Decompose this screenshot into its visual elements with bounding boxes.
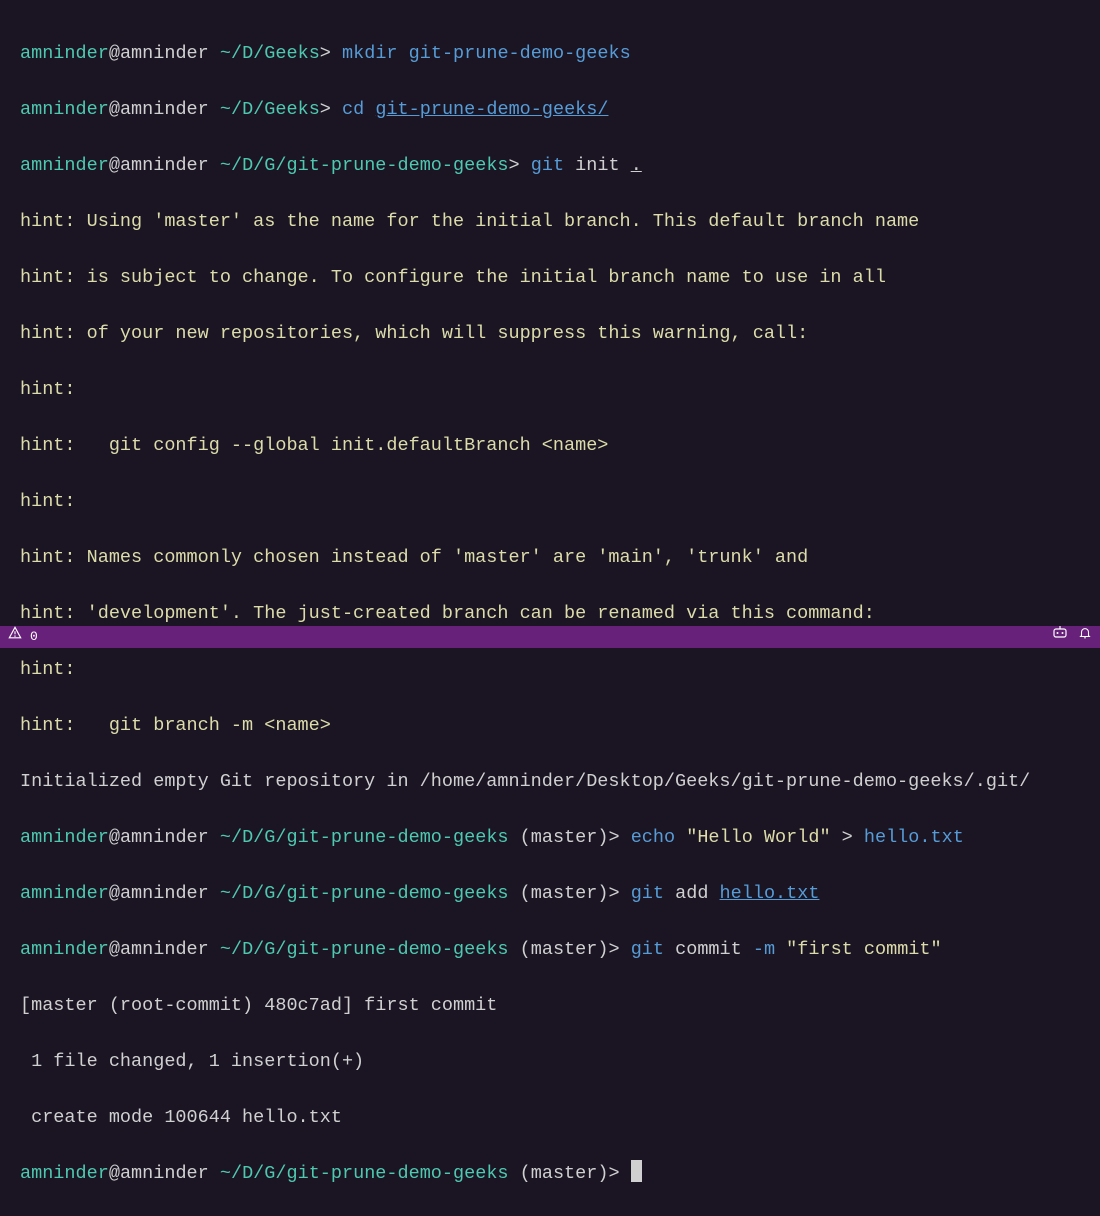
terminal-line: amninder@amninder ~/D/G/git-prune-demo-g… [20, 152, 1080, 180]
hint-line: hint: 'development'. The just-created br… [20, 600, 1080, 628]
output-line: [master (root-commit) 480c7ad] first com… [20, 992, 1080, 1020]
prompt-user: amninder [20, 939, 109, 960]
prompt-marker: > [320, 99, 331, 120]
warning-icon[interactable] [8, 623, 22, 651]
string-literal: "first commit" [786, 939, 941, 960]
terminal-line: amninder@amninder ~/D/Geeks> mkdir git-p… [20, 40, 1080, 68]
command-flag: -m [753, 939, 775, 960]
command: git [631, 883, 664, 904]
command-arg: . [631, 155, 642, 176]
prompt-host: amninder [120, 939, 209, 960]
hint-line: hint: git branch -m <name> [20, 712, 1080, 740]
prompt-marker: > [608, 1163, 619, 1184]
hint-line: hint: of your new repositories, which wi… [20, 320, 1080, 348]
prompt-at: @ [109, 939, 120, 960]
command: git [631, 939, 664, 960]
prompt-path: ~/D/G/git-prune-demo-geeks [220, 827, 509, 848]
redirect-op: > [842, 827, 853, 848]
statusbar-left: 0 [8, 623, 38, 651]
output-line: 1 file changed, 1 insertion(+) [20, 1048, 1080, 1076]
prompt-marker: > [608, 883, 619, 904]
terminal-line: amninder@amninder ~/D/Geeks> cd git-prun… [20, 96, 1080, 124]
prompt-path: ~/D/Geeks [220, 99, 320, 120]
command-sub: commit [675, 939, 742, 960]
hint-line: hint: Names commonly chosen instead of '… [20, 544, 1080, 572]
bell-icon[interactable] [1078, 623, 1092, 651]
prompt-host: amninder [120, 883, 209, 904]
command-arg: git-prune-demo-geeks/ [375, 99, 608, 120]
command: echo [631, 827, 675, 848]
prompt-at: @ [109, 883, 120, 904]
prompt-path: ~/D/G/git-prune-demo-geeks [220, 939, 509, 960]
output-line: Initialized empty Git repository in /hom… [20, 768, 1080, 796]
statusbar: 0 [0, 626, 1100, 648]
warning-count[interactable]: 0 [30, 623, 38, 651]
prompt-branch: (master) [520, 827, 609, 848]
prompt-at: @ [109, 43, 120, 64]
copilot-icon[interactable] [1052, 623, 1068, 651]
terminal-line: amninder@amninder ~/D/G/git-prune-demo-g… [20, 880, 1080, 908]
prompt-user: amninder [20, 99, 109, 120]
prompt-at: @ [109, 99, 120, 120]
prompt-at: @ [109, 1163, 120, 1184]
prompt-host: amninder [120, 155, 209, 176]
filename: hello.txt [720, 883, 820, 904]
prompt-path: ~/D/Geeks [220, 43, 320, 64]
prompt-user: amninder [20, 43, 109, 64]
hint-line: hint: [20, 656, 1080, 684]
hint-line: hint: is subject to change. To configure… [20, 264, 1080, 292]
prompt-marker: > [608, 939, 619, 960]
command: mkdir [342, 43, 398, 64]
hint-line: hint: git config --global init.defaultBr… [20, 432, 1080, 460]
command: git [531, 155, 564, 176]
hint-line: hint: Using 'master' as the name for the… [20, 208, 1080, 236]
terminal-line: amninder@amninder ~/D/G/git-prune-demo-g… [20, 1160, 1080, 1188]
terminal-output[interactable]: amninder@amninder ~/D/Geeks> mkdir git-p… [20, 12, 1080, 1216]
prompt-marker: > [320, 43, 331, 64]
prompt-user: amninder [20, 1163, 109, 1184]
terminal-line: amninder@amninder ~/D/G/git-prune-demo-g… [20, 824, 1080, 852]
string-literal: "Hello World" [686, 827, 830, 848]
prompt-branch: (master) [520, 1163, 609, 1184]
prompt-branch: (master) [520, 939, 609, 960]
hint-line: hint: [20, 376, 1080, 404]
prompt-user: amninder [20, 827, 109, 848]
prompt-user: amninder [20, 155, 109, 176]
command-sub: init [575, 155, 619, 176]
command-arg: git-prune-demo-geeks [409, 43, 631, 64]
prompt-user: amninder [20, 883, 109, 904]
hint-line: hint: [20, 488, 1080, 516]
prompt-host: amninder [120, 827, 209, 848]
prompt-at: @ [109, 155, 120, 176]
prompt-host: amninder [120, 1163, 209, 1184]
prompt-path: ~/D/G/git-prune-demo-geeks [220, 1163, 509, 1184]
cursor-icon [631, 1160, 642, 1182]
prompt-marker: > [608, 827, 619, 848]
prompt-branch: (master) [520, 883, 609, 904]
output-line: create mode 100644 hello.txt [20, 1104, 1080, 1132]
prompt-host: amninder [120, 99, 209, 120]
prompt-marker: > [509, 155, 520, 176]
filename: hello.txt [864, 827, 964, 848]
command-sub: add [675, 883, 708, 904]
prompt-at: @ [109, 827, 120, 848]
command: cd [342, 99, 364, 120]
prompt-host: amninder [120, 43, 209, 64]
prompt-path: ~/D/G/git-prune-demo-geeks [220, 155, 509, 176]
statusbar-right [1052, 623, 1092, 651]
prompt-path: ~/D/G/git-prune-demo-geeks [220, 883, 509, 904]
terminal-line: amninder@amninder ~/D/G/git-prune-demo-g… [20, 936, 1080, 964]
